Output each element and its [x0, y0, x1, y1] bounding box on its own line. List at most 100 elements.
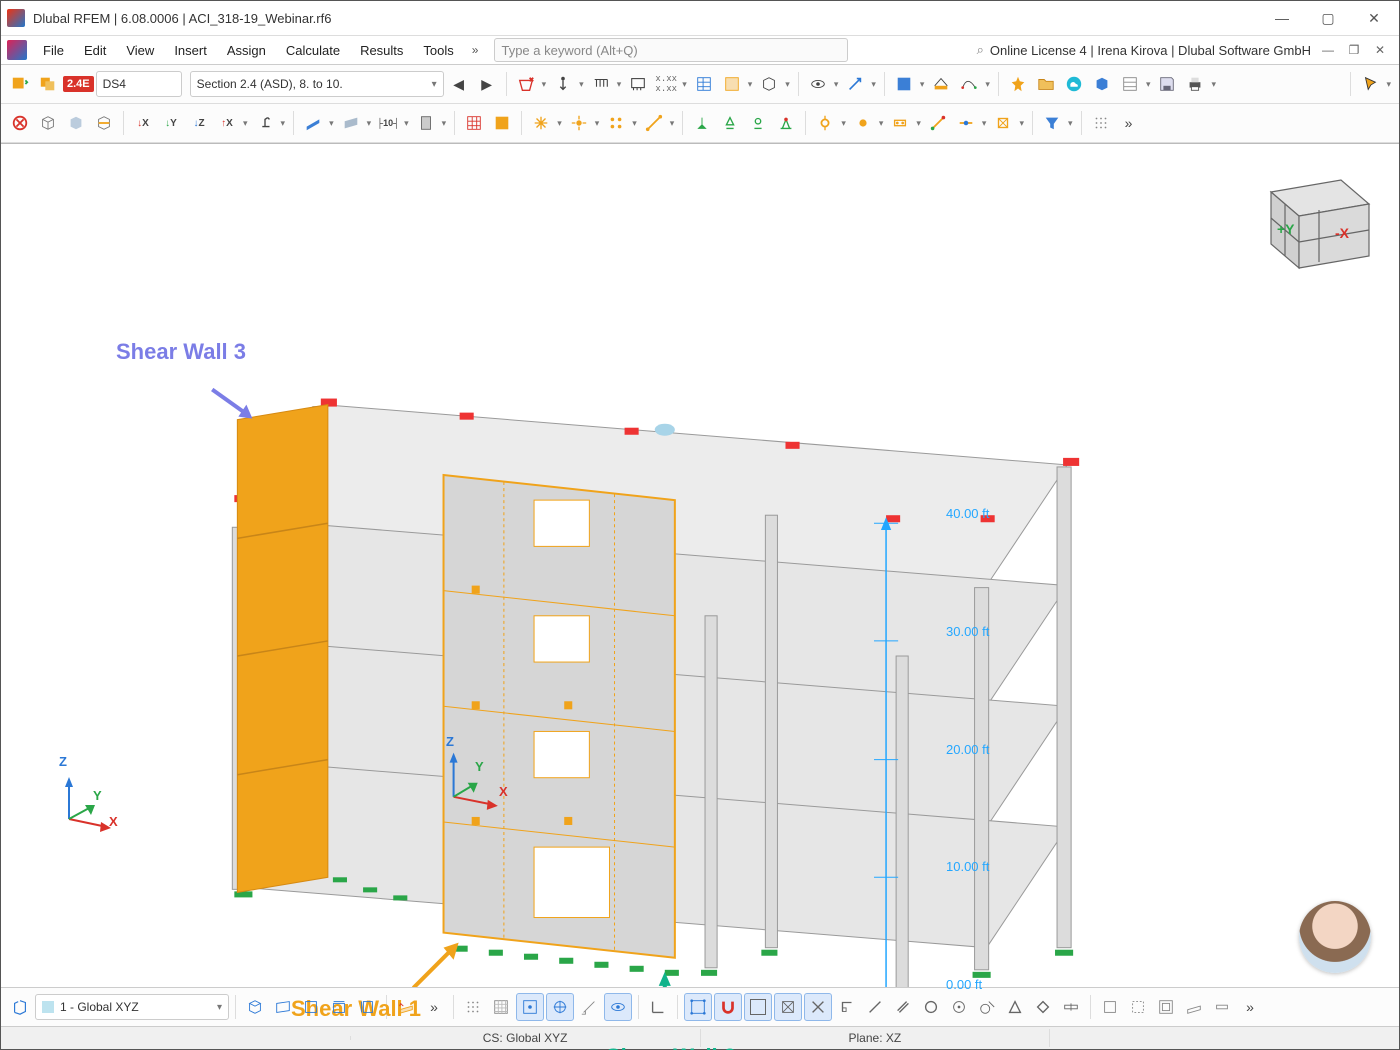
grid-dense-icon[interactable] [488, 994, 514, 1020]
minimize-button[interactable]: — [1259, 1, 1305, 35]
mesh-icon[interactable] [461, 110, 487, 136]
workplane-icon[interactable] [393, 994, 419, 1020]
undo-cancel-icon[interactable] [7, 110, 33, 136]
loadcase-copy-icon[interactable] [35, 71, 61, 97]
menu-edit[interactable]: Edit [74, 40, 116, 61]
osnap-circle-icon[interactable] [918, 994, 944, 1020]
hinge-6-icon[interactable] [990, 110, 1016, 136]
snap-grid-icon[interactable] [516, 993, 544, 1021]
loadcase-new-icon[interactable] [7, 71, 33, 97]
support-4-icon[interactable] [773, 110, 799, 136]
save-icon[interactable] [1154, 71, 1180, 97]
axis-neg-x-icon[interactable]: ↑X [214, 110, 240, 136]
osnap-triangle-icon[interactable] [1002, 994, 1028, 1020]
select-cursor-icon[interactable] [1357, 71, 1383, 97]
menu-tools[interactable]: Tools [413, 40, 463, 61]
mdi-minimize-icon[interactable]: — [1319, 41, 1337, 59]
section-combo[interactable]: Section 2.4 (ASD), 8. to 10.▾ [190, 71, 444, 97]
toolbar-more-icon[interactable]: » [1116, 110, 1142, 136]
print-icon[interactable] [1182, 71, 1208, 97]
coord-system-combo[interactable]: 1 - Global XYZ▾ [35, 994, 229, 1020]
osnap-end-icon[interactable] [744, 993, 772, 1021]
mesh-surface-icon[interactable] [489, 110, 515, 136]
view-iso-icon[interactable] [242, 994, 268, 1020]
guide-2-icon[interactable] [1125, 994, 1151, 1020]
app-menu-icon[interactable] [7, 40, 27, 60]
results-diagram-icon[interactable] [928, 71, 954, 97]
view-front-icon[interactable] [326, 994, 352, 1020]
node-line-icon[interactable] [641, 110, 667, 136]
view-top-icon[interactable] [298, 994, 324, 1020]
load-badge[interactable]: 2.4E [63, 71, 94, 97]
axis-z-icon[interactable]: ↓Z [186, 110, 212, 136]
osnap-grid-icon[interactable] [684, 993, 712, 1021]
snap-eye-icon[interactable] [604, 993, 632, 1021]
folder-open-icon[interactable] [1033, 71, 1059, 97]
osnap-perp-icon[interactable] [834, 994, 860, 1020]
box-solid-icon[interactable] [63, 110, 89, 136]
section-prev-icon[interactable]: ◀ [446, 71, 472, 97]
snap-line-icon[interactable] [576, 994, 602, 1020]
workplane-more-icon[interactable]: » [421, 994, 447, 1020]
guide-3-icon[interactable] [1153, 994, 1179, 1020]
support-3-icon[interactable] [745, 110, 771, 136]
section-cross-icon[interactable] [413, 110, 439, 136]
axis-x-icon[interactable]: ↓X [130, 110, 156, 136]
ortho-icon[interactable] [645, 994, 671, 1020]
guide-1-icon[interactable] [1097, 994, 1123, 1020]
view-side-icon[interactable] [354, 994, 380, 1020]
node-snap-icon[interactable] [566, 110, 592, 136]
menu-results[interactable]: Results [350, 40, 413, 61]
maximize-button[interactable]: ▢ [1305, 1, 1351, 35]
menu-view[interactable]: View [116, 40, 164, 61]
visibility-eye-icon[interactable] [805, 71, 831, 97]
support-2-icon[interactable] [717, 110, 743, 136]
osnap-int-icon[interactable] [804, 993, 832, 1021]
menu-insert[interactable]: Insert [164, 40, 217, 61]
osnap-parallel-icon[interactable] [890, 994, 916, 1020]
keyword-search-input[interactable]: Type a keyword (Alt+Q) [494, 38, 848, 62]
hinge-3-icon[interactable] [887, 110, 913, 136]
osnap-mid-icon[interactable] [774, 993, 802, 1021]
osnap-bar-icon[interactable] [1058, 994, 1084, 1020]
osnap-center-icon[interactable] [946, 994, 972, 1020]
osnap-near-icon[interactable] [862, 994, 888, 1020]
osnap-tangent-icon[interactable] [974, 994, 1000, 1020]
line-load-icon[interactable] [588, 71, 614, 97]
menu-more[interactable]: » [464, 40, 487, 60]
cloud-icon[interactable] [1061, 71, 1087, 97]
load-xxx-icon[interactable]: x.xxx.xx [653, 71, 679, 97]
filter-icon[interactable] [1039, 110, 1065, 136]
display-arrow-icon[interactable] [842, 71, 868, 97]
delete-load-icon[interactable] [513, 71, 539, 97]
mdi-close-icon[interactable]: ✕ [1371, 41, 1389, 59]
box-section-icon[interactable] [91, 110, 117, 136]
model-viewport[interactable]: Shear Wall 3 Shear Wall 1 Shear Wall 2 4… [1, 143, 1399, 987]
microscope-icon[interactable] [252, 110, 278, 136]
snap-obj-icon[interactable] [546, 993, 574, 1021]
menu-file[interactable]: File [33, 40, 74, 61]
osnap-quad-icon[interactable] [1030, 994, 1056, 1020]
load-wizard-icon[interactable] [719, 71, 745, 97]
calc-run-icon[interactable] [1005, 71, 1031, 97]
box-wire-icon[interactable] [35, 110, 61, 136]
guide-4-icon[interactable] [1181, 994, 1207, 1020]
member-icon[interactable] [300, 110, 326, 136]
support-1-icon[interactable] [689, 110, 715, 136]
guide-5-icon[interactable] [1209, 994, 1235, 1020]
section-next-icon[interactable]: ▶ [474, 71, 500, 97]
model-cube-icon[interactable] [1089, 71, 1115, 97]
menu-assign[interactable]: Assign [217, 40, 276, 61]
bottom-more-icon[interactable]: » [1237, 994, 1263, 1020]
menu-calculate[interactable]: Calculate [276, 40, 350, 61]
node-star-icon[interactable] [528, 110, 554, 136]
osnap-magnet-icon[interactable] [714, 993, 742, 1021]
grid-dots-icon[interactable] [1088, 110, 1114, 136]
navigation-cube[interactable]: +Y -X [1241, 162, 1381, 282]
hinge-4-icon[interactable] [925, 110, 951, 136]
table-view-icon[interactable] [1117, 71, 1143, 97]
hinge-2-icon[interactable] [850, 110, 876, 136]
dimension-10-icon[interactable]: ├10┤ [375, 110, 401, 136]
mdi-restore-icon[interactable]: ❐ [1345, 41, 1363, 59]
results-smooth-icon[interactable] [956, 71, 982, 97]
